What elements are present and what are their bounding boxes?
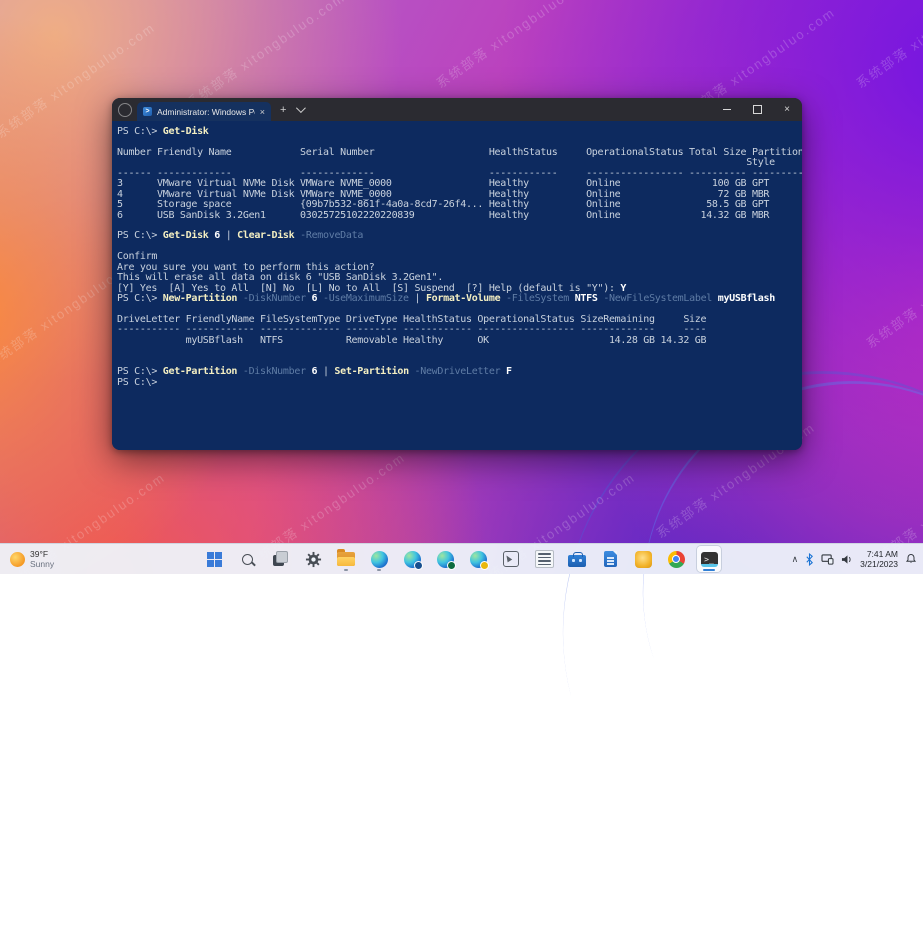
taskbar: 39°F Sunny xyxy=(0,543,923,574)
network-icon[interactable] xyxy=(821,544,834,574)
terminal-window: > Administrator: Windows Pow × + × PS C:… xyxy=(112,98,802,450)
bluetooth-icon[interactable] xyxy=(805,544,814,574)
minimize-button[interactable] xyxy=(712,98,742,121)
toolbox-icon xyxy=(568,555,586,567)
edge-beta-button[interactable] xyxy=(400,546,424,572)
notepad-icon xyxy=(535,550,554,568)
tray-date: 3/21/2023 xyxy=(860,559,898,569)
chrome-icon xyxy=(668,551,685,568)
tray-chevron-icon[interactable]: ∧ xyxy=(792,544,799,574)
minimize-icon xyxy=(723,109,731,110)
edge-dev-button[interactable] xyxy=(433,546,457,572)
weather-condition: Sunny xyxy=(30,559,54,569)
toolbox-button[interactable] xyxy=(565,546,589,572)
system-tray: ∧ 7:41 AM 3/21/2023 xyxy=(792,544,917,574)
watermark-text: 系统部落 xitongbuluo.com xyxy=(432,0,599,92)
terminal-icon: >_ xyxy=(701,552,718,567)
taskbar-center: >_ xyxy=(202,544,721,574)
running-indicator xyxy=(377,569,381,572)
terminal-titlebar[interactable]: > Administrator: Windows Pow × + × xyxy=(112,98,802,121)
gold-app-icon xyxy=(635,551,652,568)
close-icon: × xyxy=(784,104,790,115)
weather-sun-icon xyxy=(10,552,25,567)
edge-canary-icon xyxy=(470,551,487,568)
titlebar-circle-decoration xyxy=(118,103,132,117)
document-app-button[interactable] xyxy=(598,546,622,572)
chrome-button[interactable] xyxy=(664,546,688,572)
tab-close-icon[interactable]: × xyxy=(260,107,265,117)
document-icon xyxy=(604,551,617,567)
snipping-tool-icon xyxy=(503,551,519,567)
new-tab-button[interactable]: + xyxy=(280,104,286,116)
terminal-output[interactable]: PS C:\> Get-Disk Number Friendly Name Se… xyxy=(112,121,802,450)
tray-time: 7:41 AM xyxy=(860,549,898,559)
folder-icon xyxy=(337,552,355,566)
maximize-button[interactable] xyxy=(742,98,772,121)
powershell-icon: > xyxy=(143,107,152,116)
task-view-button[interactable] xyxy=(268,546,292,572)
volume-icon[interactable] xyxy=(841,544,853,574)
tab-dropdown-icon[interactable] xyxy=(296,103,306,113)
terminal-taskbar-button[interactable]: >_ xyxy=(697,546,721,572)
weather-temperature: 39°F xyxy=(30,549,54,559)
notepad-button[interactable] xyxy=(532,546,556,572)
widgets-button[interactable]: 39°F Sunny xyxy=(4,544,60,574)
edge-canary-button[interactable] xyxy=(466,546,490,572)
edge-icon xyxy=(371,551,388,568)
settings-button[interactable] xyxy=(301,546,325,572)
watermark-text: 系统部落 xitongbuluo.com xyxy=(862,227,923,352)
notification-bell-icon[interactable] xyxy=(905,544,917,574)
file-explorer-button[interactable] xyxy=(334,546,358,572)
search-icon xyxy=(242,554,253,565)
watermark-text: 系统部落 xitongbuluo.com xyxy=(852,0,923,92)
windows-logo-icon xyxy=(207,552,222,567)
edge-dev-icon xyxy=(437,551,454,568)
gear-icon xyxy=(305,551,322,568)
close-button[interactable]: × xyxy=(772,98,802,121)
edge-button[interactable] xyxy=(367,546,391,572)
terminal-tab[interactable]: > Administrator: Windows Pow × xyxy=(137,102,271,121)
start-button[interactable] xyxy=(202,546,226,572)
running-indicator xyxy=(344,569,348,572)
task-view-icon xyxy=(273,555,284,566)
maximize-icon xyxy=(753,105,762,114)
tray-clock[interactable]: 7:41 AM 3/21/2023 xyxy=(860,549,898,569)
active-indicator xyxy=(703,569,715,572)
snipping-tool-button[interactable] xyxy=(499,546,523,572)
search-button[interactable] xyxy=(235,546,259,572)
tab-title: Administrator: Windows Pow xyxy=(157,107,255,117)
edge-beta-icon xyxy=(404,551,421,568)
gold-app-button[interactable] xyxy=(631,546,655,572)
watermark-text: 系统部落 xitongbuluo.com xyxy=(182,0,349,112)
